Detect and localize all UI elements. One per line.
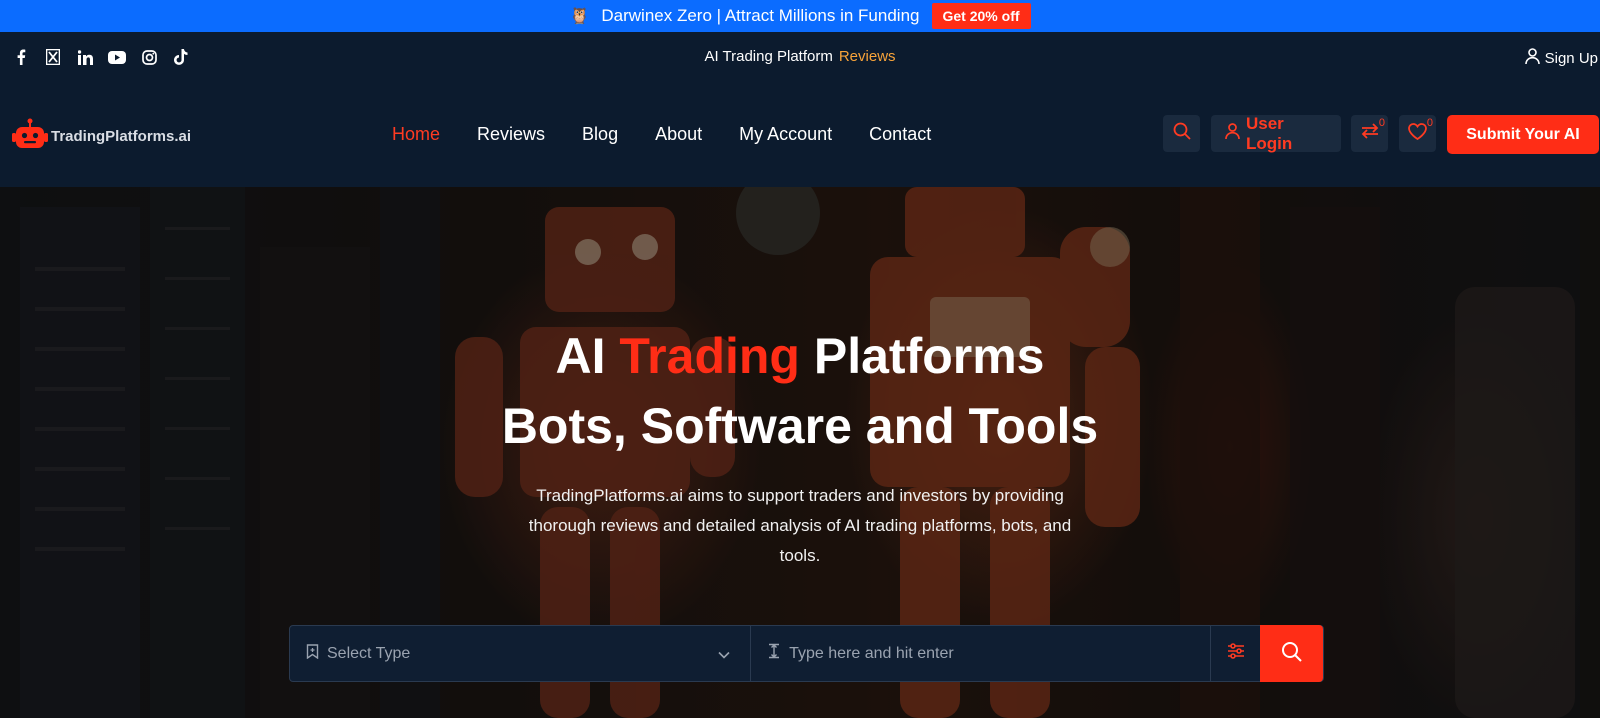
nav-contact[interactable]: Contact bbox=[869, 124, 931, 145]
top-bar: AI Trading Platform Reviews Sign Up bbox=[0, 32, 1600, 82]
hero-description: TradingPlatforms.ai aims to support trad… bbox=[528, 486, 1072, 565]
header-search-button[interactable] bbox=[1163, 115, 1200, 152]
main-header: TradingPlatforms.ai Home Reviews Blog Ab… bbox=[0, 82, 1600, 187]
hero-title-line2: Bots, Software and Tools bbox=[501, 398, 1099, 454]
search-icon bbox=[1173, 122, 1191, 145]
hero-section: AI Trading Platforms Bots, Software and … bbox=[0, 187, 1600, 718]
wishlist-button[interactable]: 0 bbox=[1399, 115, 1436, 152]
wishlist-count: 0 bbox=[1426, 117, 1433, 129]
promo-bar: 🦉 Darwinex Zero | Attract Millions in Fu… bbox=[0, 0, 1600, 32]
user-icon bbox=[1524, 48, 1540, 68]
robot-logo-icon bbox=[12, 118, 48, 155]
signup-link[interactable]: Sign Up bbox=[1524, 48, 1598, 68]
promo-text[interactable]: Darwinex Zero | Attract Millions in Fund… bbox=[601, 6, 919, 26]
promo-discount-button[interactable]: Get 20% off bbox=[931, 3, 1031, 29]
type-select[interactable]: Select Type bbox=[290, 626, 752, 681]
submit-your-ai-button[interactable]: Submit Your AI bbox=[1447, 115, 1599, 154]
hero-search-form: Select Type Type here and hit enter bbox=[289, 625, 1324, 682]
hero-title-ai: AI bbox=[555, 328, 606, 384]
nav-my-account[interactable]: My Account bbox=[739, 124, 832, 145]
chevron-down-icon bbox=[718, 646, 730, 664]
user-login-button[interactable]: User Login bbox=[1211, 113, 1341, 153]
compare-count: 0 bbox=[1378, 117, 1385, 129]
text-cursor-icon bbox=[767, 643, 781, 664]
nav-home[interactable]: Home bbox=[392, 124, 440, 145]
nav-reviews[interactable]: Reviews bbox=[477, 124, 545, 145]
signup-label: Sign Up bbox=[1544, 49, 1598, 67]
hero-title-accent: Trading bbox=[619, 328, 800, 384]
logo-text: TradingPlatforms.ai bbox=[51, 128, 192, 145]
top-reviews-link[interactable]: Reviews bbox=[839, 48, 896, 65]
hero-title-platforms: Platforms bbox=[813, 328, 1045, 384]
nav-blog[interactable]: Blog bbox=[582, 124, 618, 145]
user-icon bbox=[1225, 123, 1240, 144]
nav-about[interactable]: About bbox=[655, 124, 702, 145]
top-announcement: AI Trading Platform Reviews bbox=[0, 48, 1600, 65]
top-announcement-text: AI Trading Platform bbox=[704, 48, 833, 65]
filter-button[interactable] bbox=[1211, 626, 1260, 681]
main-nav: Home Reviews Blog About My Account Conta… bbox=[392, 124, 931, 145]
compare-button[interactable]: 0 bbox=[1351, 115, 1388, 152]
sliders-icon bbox=[1227, 643, 1245, 664]
hero-title-line1: AI Trading Platforms bbox=[0, 327, 1600, 385]
compare-arrows-icon bbox=[1360, 123, 1380, 144]
owl-icon: 🦉 bbox=[569, 8, 590, 25]
heart-icon bbox=[1408, 122, 1427, 145]
user-login-label: User Login bbox=[1246, 113, 1293, 153]
site-logo[interactable]: TradingPlatforms.ai bbox=[12, 118, 191, 155]
search-input[interactable]: Type here and hit enter bbox=[751, 626, 1212, 681]
search-input-placeholder: Type here and hit enter bbox=[789, 644, 954, 662]
search-icon bbox=[1281, 641, 1302, 667]
bookmark-icon bbox=[306, 643, 319, 664]
search-submit-button[interactable] bbox=[1260, 625, 1323, 682]
type-select-placeholder: Select Type bbox=[327, 644, 411, 662]
